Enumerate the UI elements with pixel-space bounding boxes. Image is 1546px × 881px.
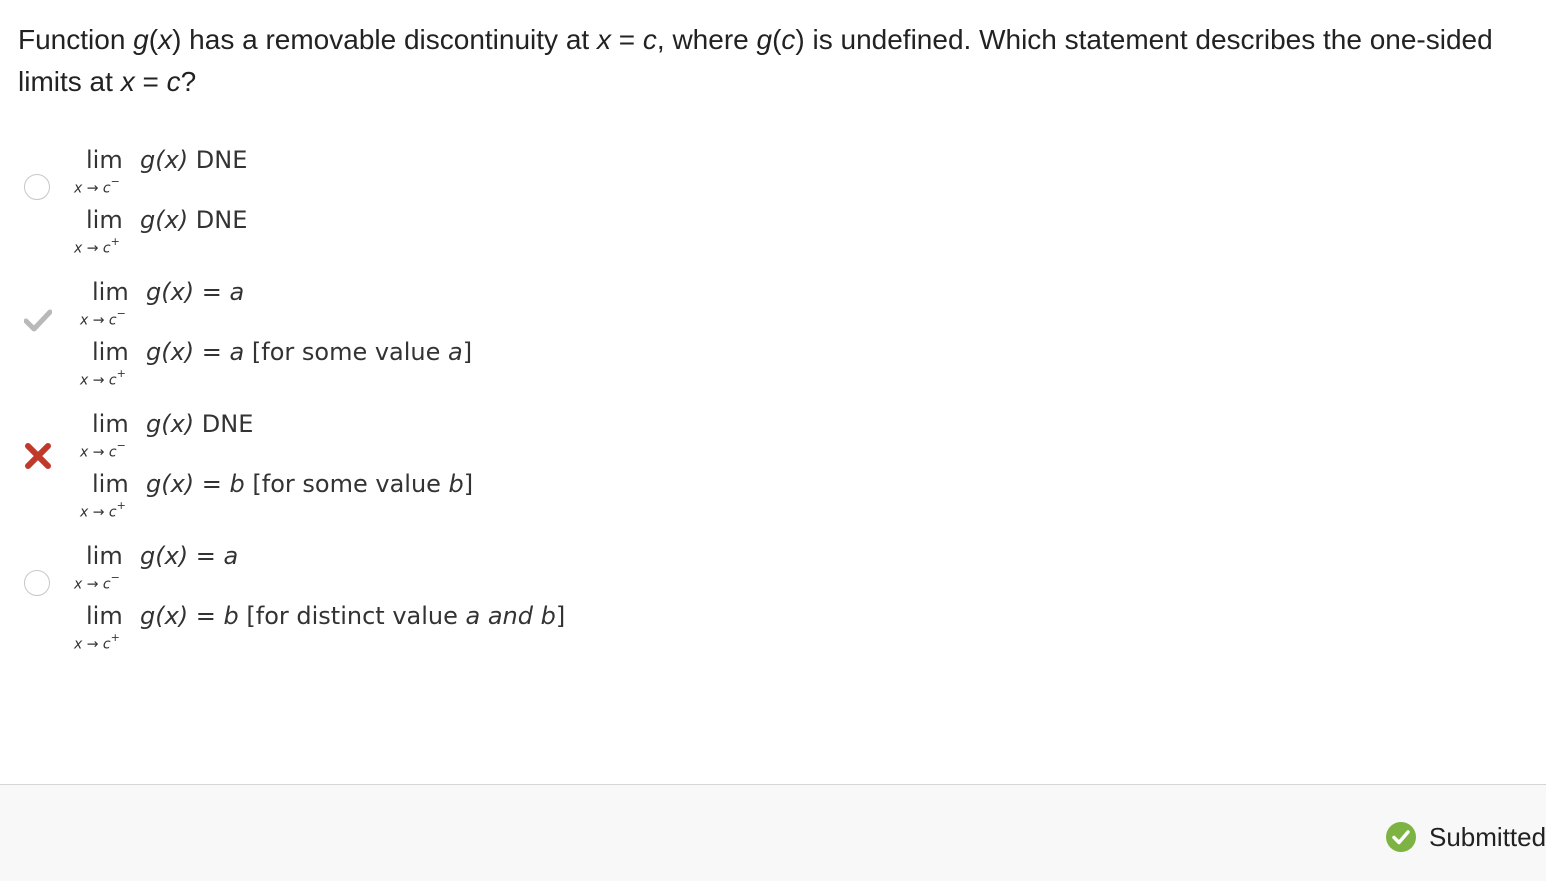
limit-subscript: x → c+ (80, 499, 126, 521)
lim-label: lim (92, 470, 129, 498)
lim-label: lim (86, 602, 123, 630)
cross-icon (24, 442, 52, 470)
answer-choice-3[interactable]: lim x → c− g(x) DNE lim x → c+ g(x) = b … (0, 409, 1000, 529)
lim-label: lim (86, 146, 123, 174)
check-circle-icon (1386, 822, 1416, 852)
lim-label: lim (92, 338, 129, 366)
answer-choice-4[interactable]: lim x → c− g(x) = a lim x → c+ g(x) = b … (0, 541, 1000, 661)
limit-expression: g(x) DNE (140, 206, 248, 234)
footer-bar: Submitted (0, 784, 1546, 881)
limit-expression: g(x) = b [for some value b] (146, 470, 474, 498)
limit-subscript: x → c+ (74, 235, 120, 257)
limit-subscript: x → c− (74, 175, 120, 197)
limit-expression: g(x) DNE (146, 410, 254, 438)
limit-subscript: x → c− (80, 439, 126, 461)
limit-subscript: x → c+ (80, 367, 126, 389)
lim-label: lim (92, 278, 129, 306)
limit-expression: g(x) = a (140, 542, 239, 570)
limit-subscript: x → c− (80, 307, 126, 329)
limit-subscript: x → c− (74, 571, 120, 593)
status-label: Submitted (1429, 821, 1546, 852)
answer-choice-2[interactable]: lim x → c− g(x) = a lim x → c+ g(x) = a … (0, 277, 1000, 397)
lim-label: lim (92, 410, 129, 438)
lim-label: lim (86, 206, 123, 234)
check-icon (24, 306, 52, 334)
answer-choice-1[interactable]: lim x → c− g(x) DNE lim x → c+ g(x) DNE (0, 145, 1000, 265)
limit-expression: g(x) = b [for distinct value a and b] (140, 602, 566, 630)
submission-status: Submitted (1385, 821, 1546, 853)
limit-expression: g(x) = a [for some value a] (146, 338, 473, 366)
limit-subscript: x → c+ (74, 631, 120, 653)
limit-expression: g(x) DNE (140, 146, 248, 174)
question-text: Function g(x) has a removable discontinu… (18, 24, 1493, 97)
lim-label: lim (86, 542, 123, 570)
radio-button-4[interactable] (24, 570, 52, 598)
limit-expression: g(x) = a (146, 278, 245, 306)
radio-button-1[interactable] (24, 174, 52, 202)
